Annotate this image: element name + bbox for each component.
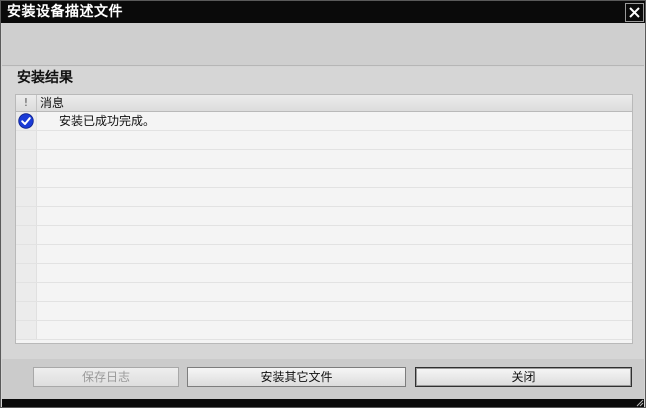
table-row[interactable] [16, 264, 632, 283]
table-row[interactable] [16, 245, 632, 264]
table-row[interactable] [16, 150, 632, 169]
dialog-header-area [2, 23, 644, 66]
save-log-button[interactable]: 保存日志 [33, 367, 179, 387]
column-header-severity[interactable]: ! [16, 95, 37, 111]
title-bar[interactable]: 安装设备描述文件 [1, 1, 645, 23]
row-icon-cell [16, 207, 37, 225]
close-window-button[interactable] [625, 3, 644, 22]
table-row[interactable] [16, 283, 632, 302]
check-circle-icon [18, 113, 34, 129]
row-icon-cell [16, 112, 37, 130]
grid-header: ! 消息 [16, 95, 632, 112]
dialog-body: 安装结果 ! 消息 安装已成功完成。 [2, 67, 644, 359]
resize-grip-icon[interactable] [636, 399, 644, 407]
row-icon-cell [16, 245, 37, 263]
row-icon-cell [16, 264, 37, 282]
close-icon [629, 7, 640, 18]
row-icon-cell [16, 321, 37, 339]
install-dialog: 安装设备描述文件 安装结果 ! 消息 安装已成功完成。 保存日志 安装其它文件 … [0, 0, 646, 408]
section-title: 安装结果 [17, 70, 73, 86]
results-grid[interactable]: ! 消息 安装已成功完成。 [15, 94, 633, 344]
table-row[interactable] [16, 131, 632, 150]
table-row[interactable] [16, 188, 632, 207]
row-icon-cell [16, 169, 37, 187]
row-icon-cell [16, 302, 37, 320]
dialog-footer: 保存日志 安装其它文件 关闭 [2, 359, 644, 399]
column-header-message[interactable]: 消息 [40, 95, 64, 111]
install-other-file-button[interactable]: 安装其它文件 [187, 367, 406, 387]
row-icon-cell [16, 226, 37, 244]
row-icon-cell [16, 150, 37, 168]
close-button[interactable]: 关闭 [415, 367, 632, 387]
window-bottom-border [2, 399, 644, 407]
row-icon-cell [16, 283, 37, 301]
table-row[interactable] [16, 207, 632, 226]
row-icon-cell [16, 131, 37, 149]
table-row[interactable] [16, 302, 632, 321]
table-row[interactable] [16, 169, 632, 188]
table-row[interactable]: 安装已成功完成。 [16, 112, 632, 131]
window-title: 安装设备描述文件 [7, 4, 123, 20]
row-icon-cell [16, 188, 37, 206]
table-row[interactable] [16, 321, 632, 340]
row-message: 安装已成功完成。 [59, 114, 156, 128]
table-row[interactable] [16, 226, 632, 245]
